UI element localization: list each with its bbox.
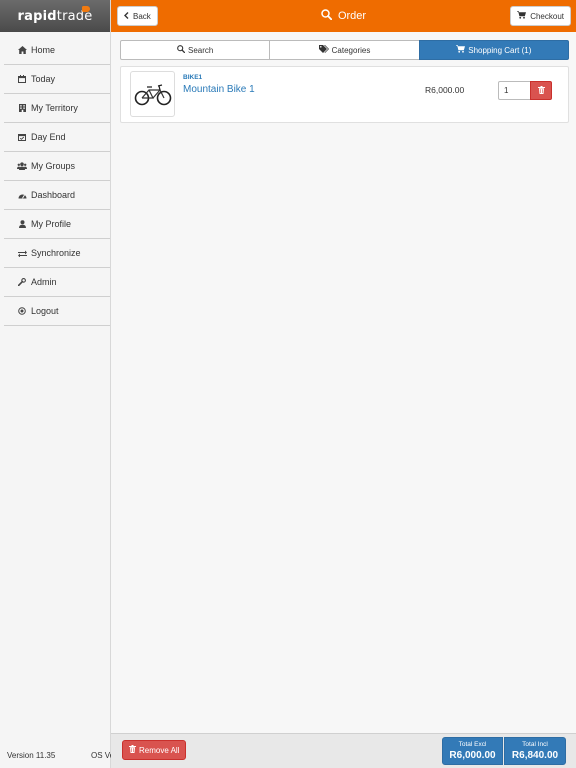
sidebar-item-label: My Territory <box>31 103 78 113</box>
tab-label: Search <box>187 45 214 55</box>
sidebar: rapidtrade Home Today My Territory Day E… <box>0 0 111 768</box>
cart-icon <box>517 11 527 21</box>
dashboard-icon <box>17 192 27 199</box>
checkout-button[interactable]: Checkout <box>510 6 571 26</box>
page-title-text: Order <box>337 10 367 22</box>
sidebar-item-home[interactable]: Home <box>4 36 110 65</box>
tab-label: Shopping Cart (1) <box>468 45 532 55</box>
back-button-label: Back <box>133 11 151 21</box>
app-root: rapidtrade Home Today My Territory Day E… <box>0 0 576 768</box>
sidebar-nav: Home Today My Territory Day End My Group… <box>0 36 110 326</box>
exchange-icon <box>17 250 27 257</box>
sidebar-item-label: Admin <box>31 277 57 287</box>
product-price: R6,000.00 <box>425 85 465 95</box>
cart-item: BIKE1 Mountain Bike 1 R6,000.00 <box>120 66 569 123</box>
version-label: Version 11.35 <box>7 751 56 760</box>
sidebar-item-today[interactable]: Today <box>4 65 110 94</box>
order-tabs: Search Categories Shopping Cart (1) <box>120 40 569 60</box>
sidebar-item-label: Synchronize <box>31 248 81 258</box>
sidebar-item-label: Day End <box>31 132 66 142</box>
tab-categories[interactable]: Categories <box>269 40 420 60</box>
total-incl-label: Total Incl <box>522 741 548 748</box>
delete-item-button[interactable] <box>530 81 552 100</box>
home-icon <box>17 46 27 54</box>
sidebar-item-label: My Groups <box>31 161 76 171</box>
sidebar-item-day-end[interactable]: Day End <box>4 123 110 152</box>
calendar-icon <box>17 75 27 83</box>
os-version-label: OS Ve <box>91 751 111 760</box>
users-icon <box>17 162 27 170</box>
bike-icon <box>134 84 171 106</box>
page-title: Order <box>111 0 576 32</box>
total-excl-label: Total Excl <box>458 741 487 748</box>
quantity-input[interactable] <box>498 81 531 100</box>
sidebar-item-dashboard[interactable]: Dashboard <box>4 181 110 210</box>
tab-shopping-cart[interactable]: Shopping Cart (1) <box>418 40 569 60</box>
search-icon <box>321 9 333 23</box>
user-icon <box>17 220 27 228</box>
total-excl-value: R6,000.00 <box>449 750 496 761</box>
logo: rapidtrade <box>0 0 110 32</box>
header-bar: Order Back Checkout <box>111 0 576 32</box>
wrench-icon <box>17 278 27 286</box>
sidebar-item-label: My Profile <box>31 219 72 229</box>
tab-label: Categories <box>331 45 371 55</box>
total-incl-value: R6,840.00 <box>511 750 559 761</box>
sidebar-item-logout[interactable]: Logout <box>4 297 110 326</box>
calendar-check-icon <box>17 133 27 141</box>
sidebar-item-synchronize[interactable]: Synchronize <box>4 239 110 268</box>
checkout-button-label: Checkout <box>530 11 564 21</box>
trash-icon <box>129 745 136 755</box>
product-image[interactable] <box>130 71 175 117</box>
sidebar-item-label: Dashboard <box>31 190 76 200</box>
sidebar-item-label: Logout <box>31 306 59 316</box>
footer-bar: Remove All Total Excl R6,000.00 Total In… <box>111 733 576 768</box>
sidebar-item-my-profile[interactable]: My Profile <box>4 210 110 239</box>
product-code: BIKE1 <box>183 74 203 81</box>
tags-icon <box>318 45 329 55</box>
logo-text-bold: rapid <box>17 8 57 24</box>
product-name-link[interactable]: Mountain Bike 1 <box>183 84 255 95</box>
tab-search[interactable]: Search <box>120 40 271 60</box>
trash-icon <box>537 85 545 96</box>
sidebar-item-label: Home <box>31 45 56 55</box>
totals-group: Total Excl R6,000.00 Total Incl R6,840.0… <box>442 737 566 765</box>
total-incl: Total Incl R6,840.00 <box>504 737 566 765</box>
search-icon <box>177 45 186 55</box>
remove-all-button[interactable]: Remove All <box>122 740 187 760</box>
logout-icon <box>17 307 27 315</box>
cart-icon <box>456 45 466 55</box>
back-button[interactable]: Back <box>117 6 158 26</box>
sidebar-item-my-groups[interactable]: My Groups <box>4 152 110 181</box>
sidebar-item-label: Today <box>31 74 56 84</box>
logo-mark-icon <box>82 6 90 12</box>
sidebar-item-my-territory[interactable]: My Territory <box>4 94 110 123</box>
total-excl: Total Excl R6,000.00 <box>442 737 503 765</box>
remove-all-label: Remove All <box>139 745 180 755</box>
chevron-left-icon <box>124 11 129 21</box>
building-icon <box>17 104 27 112</box>
sidebar-item-admin[interactable]: Admin <box>4 268 110 297</box>
